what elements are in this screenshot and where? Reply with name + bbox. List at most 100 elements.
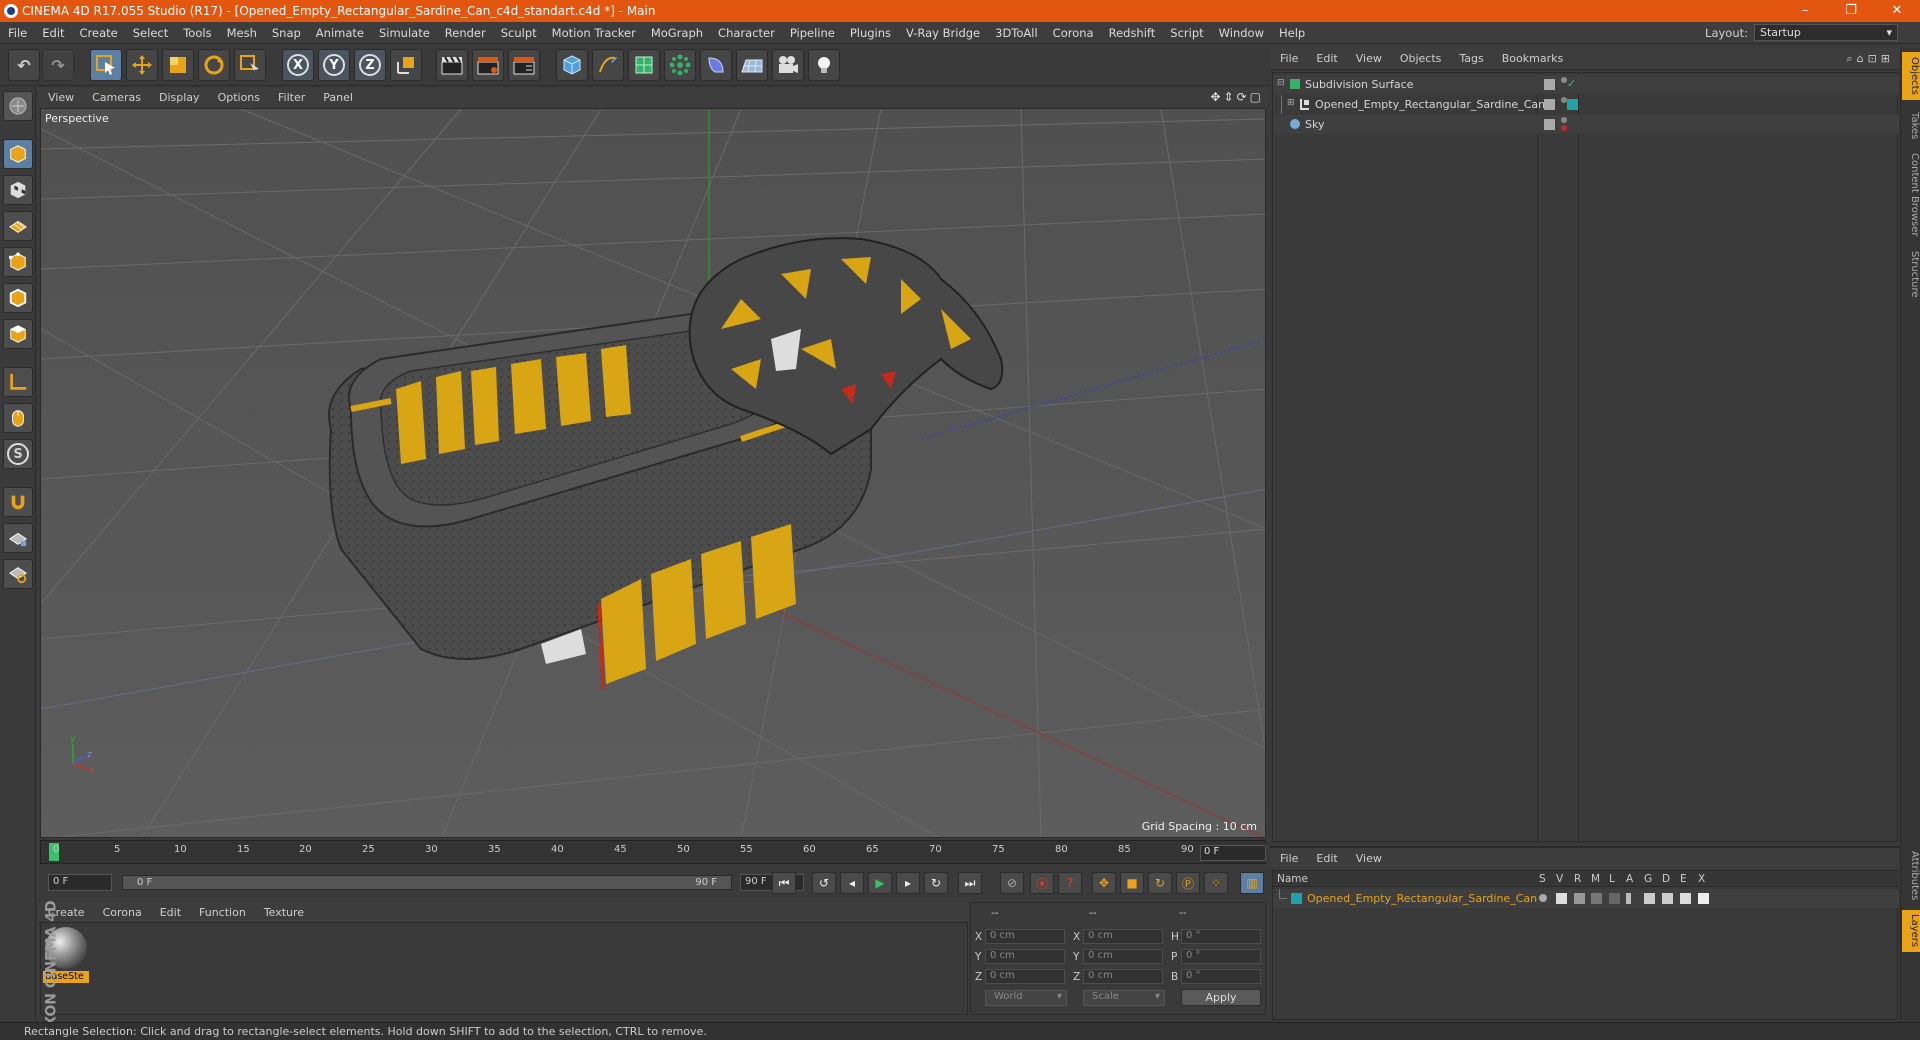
- material-menu-edit[interactable]: Edit: [150, 902, 189, 919]
- menu-mesh[interactable]: Mesh: [219, 22, 264, 40]
- redo-button[interactable]: ↷: [42, 49, 74, 81]
- undo-button[interactable]: ↶: [8, 49, 40, 81]
- column-xref[interactable]: X: [1698, 873, 1705, 885]
- layout-dropdown[interactable]: Startup ▾: [1754, 24, 1898, 41]
- key-rotation-button[interactable]: ↻: [1148, 872, 1172, 894]
- timeline-ruler[interactable]: 0 5 10 15 20 25 30 35 40 45 50 55 60 65 …: [40, 840, 1266, 864]
- start-frame-field[interactable]: 0 F: [48, 874, 112, 891]
- enable-snap-button[interactable]: [3, 487, 33, 517]
- key-scale-button[interactable]: ■: [1120, 872, 1144, 894]
- layer-xref-toggle[interactable]: [1698, 893, 1709, 904]
- object-row-sardine-can[interactable]: ⊞ Opened_Empty_Rectangular_Sardine_Can: [1273, 95, 1899, 114]
- column-render[interactable]: R: [1574, 873, 1581, 885]
- object-row-subdivision[interactable]: ⊟ Subdivision Surface ✓: [1273, 75, 1899, 94]
- workplane-mode-button[interactable]: [3, 211, 33, 241]
- add-cube-button[interactable]: [556, 49, 588, 81]
- tab-content-browser[interactable]: Content Browser: [1902, 150, 1920, 240]
- layer-animation-toggle[interactable]: [1626, 893, 1631, 904]
- tab-layers[interactable]: Layers: [1902, 910, 1920, 952]
- add-array-button[interactable]: [664, 49, 696, 81]
- texture-mode-button[interactable]: [3, 175, 33, 205]
- menu-snap[interactable]: Snap: [264, 22, 308, 40]
- layer-color-swatch[interactable]: [1291, 893, 1302, 904]
- recent-tool-button[interactable]: [234, 49, 266, 81]
- material-menu-function[interactable]: Function: [189, 902, 254, 919]
- viewport-menu-filter[interactable]: Filter: [268, 88, 313, 104]
- enabled-checkmark-icon[interactable]: ✓: [1567, 77, 1576, 90]
- go-to-start-button[interactable]: ⏮: [772, 872, 796, 894]
- layer-color-tag[interactable]: [1567, 99, 1578, 110]
- menu-mograph[interactable]: MoGraph: [643, 22, 710, 40]
- coordinate-space-dropdown[interactable]: World ▾: [985, 990, 1067, 1006]
- menu-pipeline[interactable]: Pipeline: [782, 22, 842, 40]
- add-camera-button[interactable]: [772, 49, 804, 81]
- viewport-nav-icons[interactable]: ✥⇕⟳▢: [1210, 90, 1264, 104]
- object-manager-tools[interactable]: ⌕⌂⊡⊞: [1846, 52, 1894, 66]
- editor-visibility-icon[interactable]: [1544, 99, 1555, 110]
- render-picture-viewer-button[interactable]: [472, 49, 504, 81]
- tab-structure[interactable]: Structure: [1902, 246, 1920, 302]
- close-button[interactable]: ✕: [1874, 0, 1920, 22]
- menu-character[interactable]: Character: [710, 22, 782, 40]
- layer-lock-toggle[interactable]: [1609, 893, 1620, 904]
- key-parameter-button[interactable]: Ⓟ: [1176, 872, 1200, 894]
- objects-menu-tags[interactable]: Tags: [1449, 48, 1491, 65]
- coordinate-system-button[interactable]: [390, 49, 422, 81]
- scale-tool-button[interactable]: [162, 49, 194, 81]
- edit-render-settings-button[interactable]: [508, 49, 540, 81]
- edges-mode-button[interactable]: [3, 283, 33, 313]
- objects-menu-file[interactable]: File: [1270, 48, 1306, 65]
- column-animation[interactable]: A: [1626, 873, 1633, 885]
- make-editable-button[interactable]: [3, 91, 33, 121]
- menu-render[interactable]: Render: [437, 22, 493, 40]
- material-menu-texture[interactable]: Texture: [254, 902, 312, 919]
- menu-animate[interactable]: Animate: [308, 22, 371, 40]
- keyframe-selection-button[interactable]: ?: [1058, 872, 1082, 894]
- layer-render-toggle[interactable]: [1574, 893, 1585, 904]
- layer-deformers-toggle[interactable]: [1662, 893, 1673, 904]
- current-frame-field[interactable]: 0 F: [1200, 845, 1266, 861]
- add-spline-pen-button[interactable]: [592, 49, 624, 81]
- go-to-next-key-button[interactable]: ↻: [924, 872, 948, 894]
- snap-toggle-button[interactable]: S: [3, 439, 33, 469]
- column-manager[interactable]: M: [1591, 873, 1600, 885]
- column-locked[interactable]: L: [1609, 873, 1615, 885]
- model-mode-button[interactable]: [3, 139, 33, 169]
- restore-button[interactable]: ❐: [1828, 0, 1874, 22]
- column-generators[interactable]: G: [1644, 873, 1652, 885]
- menu-help[interactable]: Help: [1271, 22, 1312, 40]
- apply-button[interactable]: Apply: [1181, 989, 1261, 1006]
- position-y-field[interactable]: 0 cm: [985, 949, 1065, 964]
- layer-view-toggle[interactable]: [1556, 893, 1567, 904]
- tweak-mode-button[interactable]: [3, 403, 33, 433]
- objects-menu-view[interactable]: View: [1346, 48, 1390, 65]
- menu-3dtoall[interactable]: 3DToAll: [987, 22, 1045, 40]
- minimize-button[interactable]: –: [1782, 0, 1828, 22]
- menu-simulate[interactable]: Simulate: [371, 22, 437, 40]
- column-expressions[interactable]: E: [1680, 873, 1687, 885]
- viewport-menu-view[interactable]: View: [38, 88, 82, 104]
- editor-visibility-icon[interactable]: [1544, 119, 1555, 130]
- polygons-mode-button[interactable]: [3, 319, 33, 349]
- key-pla-button[interactable]: ⁘: [1204, 872, 1228, 894]
- objects-menu-edit[interactable]: Edit: [1306, 48, 1345, 65]
- menu-redshift[interactable]: Redshift: [1101, 22, 1163, 40]
- layers-menu-file[interactable]: File: [1270, 848, 1306, 865]
- add-deformer-button[interactable]: [700, 49, 732, 81]
- objects-menu-objects[interactable]: Objects: [1390, 48, 1450, 65]
- size-z-field[interactable]: 0 cm: [1083, 969, 1163, 984]
- record-active-objects-button[interactable]: ⊘: [1000, 872, 1024, 894]
- move-tool-button[interactable]: [126, 49, 158, 81]
- column-view[interactable]: V: [1556, 873, 1563, 885]
- menu-vray-bridge[interactable]: V-Ray Bridge: [898, 22, 987, 40]
- perspective-viewport[interactable]: y z x Perspective Grid Spacing : 10 cm: [40, 108, 1266, 838]
- autokeying-button[interactable]: ⦿: [1030, 872, 1054, 894]
- tab-attributes[interactable]: Attributes: [1902, 848, 1920, 904]
- layer-solo-toggle[interactable]: [1539, 894, 1547, 902]
- planar-workplane-button[interactable]: [3, 559, 33, 589]
- viewport-menu-display[interactable]: Display: [149, 88, 208, 104]
- layer-expressions-toggle[interactable]: [1680, 893, 1691, 904]
- menu-edit[interactable]: Edit: [34, 22, 71, 40]
- rotation-p-field[interactable]: 0 °: [1181, 949, 1261, 964]
- viewport-menu-options[interactable]: Options: [208, 88, 268, 104]
